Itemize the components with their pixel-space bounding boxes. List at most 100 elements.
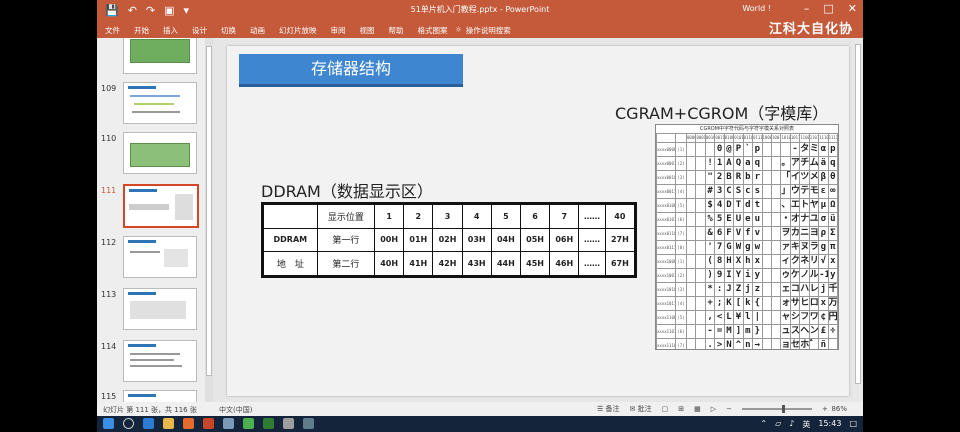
- cgrom-glyph-cell: ä: [818, 156, 829, 171]
- cgrom-glyph-cell: u: [752, 212, 763, 227]
- tab-slideshow[interactable]: 幻灯片放映: [279, 25, 317, 36]
- cgrom-row-code: (6): [675, 324, 687, 339]
- cgrom-glyph-cell: &: [704, 226, 716, 241]
- cgrom-glyph-cell: £: [818, 324, 829, 339]
- file-explorer-icon[interactable]: [163, 418, 174, 429]
- table-cell: [656, 133, 676, 143]
- slide-title-banner[interactable]: 存储器结构: [239, 54, 463, 87]
- cgrom-glyph-cell: ヌ: [799, 240, 810, 255]
- comments-button[interactable]: ✉ 批注: [630, 404, 652, 414]
- tab-review[interactable]: 审阅: [331, 25, 346, 36]
- app-icon[interactable]: [223, 418, 234, 429]
- user-name[interactable]: World !: [742, 4, 771, 13]
- windows-start-icon[interactable]: [103, 418, 114, 429]
- cgrom-glyph-cell: [761, 156, 772, 171]
- edge-icon[interactable]: [143, 418, 154, 429]
- slideshow-icon[interactable]: ▷: [711, 405, 716, 413]
- cgrom-glyph-cell: <: [714, 310, 725, 325]
- cgram-cgrom-label[interactable]: CGRAM+CGROM（字模库）: [615, 100, 828, 124]
- cgrom-glyph-cell: カ: [789, 226, 801, 241]
- cgrom-row-code: (5): [675, 310, 687, 325]
- tab-design[interactable]: 设计: [192, 25, 207, 36]
- cgrom-glyph-cell: g: [818, 240, 829, 255]
- zoom-out-icon[interactable]: −: [726, 405, 732, 413]
- cgrom-glyph-cell: オ: [789, 212, 801, 227]
- app-icon[interactable]: [263, 418, 274, 429]
- cgrom-glyph-cell: [695, 184, 706, 199]
- table-cell: 41H: [403, 251, 434, 276]
- cgrom-glyph-cell: >: [714, 338, 725, 349]
- cgrom-glyph-cell: 8: [714, 254, 725, 269]
- tell-me-search[interactable]: ☼ 操作说明搜索: [455, 25, 511, 36]
- search-icon[interactable]: [123, 418, 134, 429]
- cgrom-glyph-cell: ミ: [808, 142, 820, 157]
- cgrom-glyph-cell: [685, 282, 697, 297]
- thumbnails-scrollbar[interactable]: [205, 38, 213, 402]
- cgrom-glyph-cell: a: [742, 156, 754, 171]
- reading-view-icon[interactable]: ▦: [694, 405, 701, 413]
- cgrom-glyph-cell: メ: [808, 170, 820, 185]
- tab-help[interactable]: 帮助: [389, 25, 404, 36]
- cgrom-glyph-cell: V: [733, 226, 744, 241]
- tab-animations[interactable]: 动画: [250, 25, 265, 36]
- tab-format[interactable]: 格式图案: [418, 25, 448, 36]
- cgrom-glyph-cell: ノ: [799, 268, 810, 283]
- tab-file[interactable]: 文件: [105, 25, 120, 36]
- app-icon[interactable]: [303, 418, 314, 429]
- cgrom-glyph-cell: [761, 184, 772, 199]
- cgrom-glyph-cell: 6: [714, 226, 725, 241]
- table-row: xxxx0001 (2)! 1 A Qa q。アチム ä q: [656, 156, 838, 171]
- cgrom-glyph-cell: z: [752, 282, 763, 297]
- volume-icon[interactable]: ♪: [789, 419, 794, 430]
- cgrom-glyph-cell: [770, 310, 782, 325]
- tab-transitions[interactable]: 切换: [221, 25, 236, 36]
- maximize-icon[interactable]: □: [823, 2, 833, 15]
- tab-insert[interactable]: 插入: [163, 25, 178, 36]
- slide-sorter-icon[interactable]: ⊞: [678, 405, 684, 413]
- input-language[interactable]: 英: [802, 419, 810, 430]
- cgrom-glyph-cell: [761, 268, 772, 283]
- powerpoint-icon[interactable]: [203, 418, 214, 429]
- cgrom-glyph-cell: 3: [714, 184, 725, 199]
- tab-home[interactable]: 开始: [134, 25, 149, 36]
- minimize-icon[interactable]: –: [804, 2, 810, 15]
- network-icon[interactable]: ▱: [775, 419, 781, 430]
- cgrom-column-header: 0001: [695, 133, 706, 143]
- cgrom-glyph-cell: -1: [818, 268, 829, 283]
- ddram-address-table[interactable]: 显示位置 1 2 3 4 5 6 7 …… 40 DDRAM 第一行 00H 0…: [261, 202, 637, 278]
- thumbnail-number: 114: [101, 342, 117, 351]
- current-slide[interactable]: 存储器结构 CGRAM+CGROM（字模库） DDRAM（数据显示区） 显示位置…: [227, 46, 849, 396]
- language-indicator[interactable]: 中文(中国): [219, 405, 252, 415]
- app-icon[interactable]: [283, 418, 294, 429]
- cgrom-glyph-cell: [685, 240, 697, 255]
- table-cell: 44H: [490, 251, 521, 276]
- cgrom-character-table[interactable]: CGROM中字符代码与字符字模关系对照表 0000 0001 0010 0011 010…: [655, 124, 839, 350]
- notification-icon[interactable]: □: [849, 419, 857, 430]
- tab-view[interactable]: 视图: [360, 25, 375, 36]
- notes-button[interactable]: ☰ 备注: [597, 404, 620, 414]
- normal-view-icon[interactable]: ▢: [662, 405, 669, 413]
- slide-scrollbar[interactable]: [853, 38, 863, 402]
- cgrom-glyph-cell: ・: [780, 212, 791, 227]
- table-row: xxxx0011 (4) #3 C Sc s 」ウテモ ε ∞: [656, 184, 838, 199]
- cgrom-row-code: (7): [675, 226, 687, 241]
- clock[interactable]: 15:43: [818, 419, 841, 430]
- zoom-in-icon[interactable]: +: [822, 405, 828, 413]
- close-icon[interactable]: ✕: [848, 2, 857, 15]
- cgrom-glyph-cell: Q: [733, 156, 744, 171]
- zoom-slider[interactable]: [742, 405, 812, 413]
- chevron-up-icon[interactable]: ⌃: [760, 419, 767, 430]
- zoom-level[interactable]: 86%: [831, 405, 847, 413]
- app-icon[interactable]: [243, 418, 254, 429]
- cgrom-header-row: 0000 0001 0010 0011 0100 0101 0110 0111 1000 1001…: [656, 133, 838, 143]
- system-tray: ⌃ ▱ ♪ 英 15:43 □: [760, 419, 857, 430]
- ddram-label[interactable]: DDRAM（数据显示区）: [261, 178, 433, 202]
- cgrom-glyph-cell: ヲ: [780, 226, 791, 241]
- cgrom-glyph-cell: [695, 212, 706, 227]
- cgrom-row-header: xxxx0010: [656, 170, 676, 185]
- comments-label: 批注: [637, 405, 652, 413]
- cgrom-glyph-cell: 。: [780, 156, 791, 171]
- cgrom-glyph-cell: x: [818, 296, 829, 311]
- firefox-icon[interactable]: [183, 418, 194, 429]
- cgrom-glyph-cell: 、: [780, 198, 791, 213]
